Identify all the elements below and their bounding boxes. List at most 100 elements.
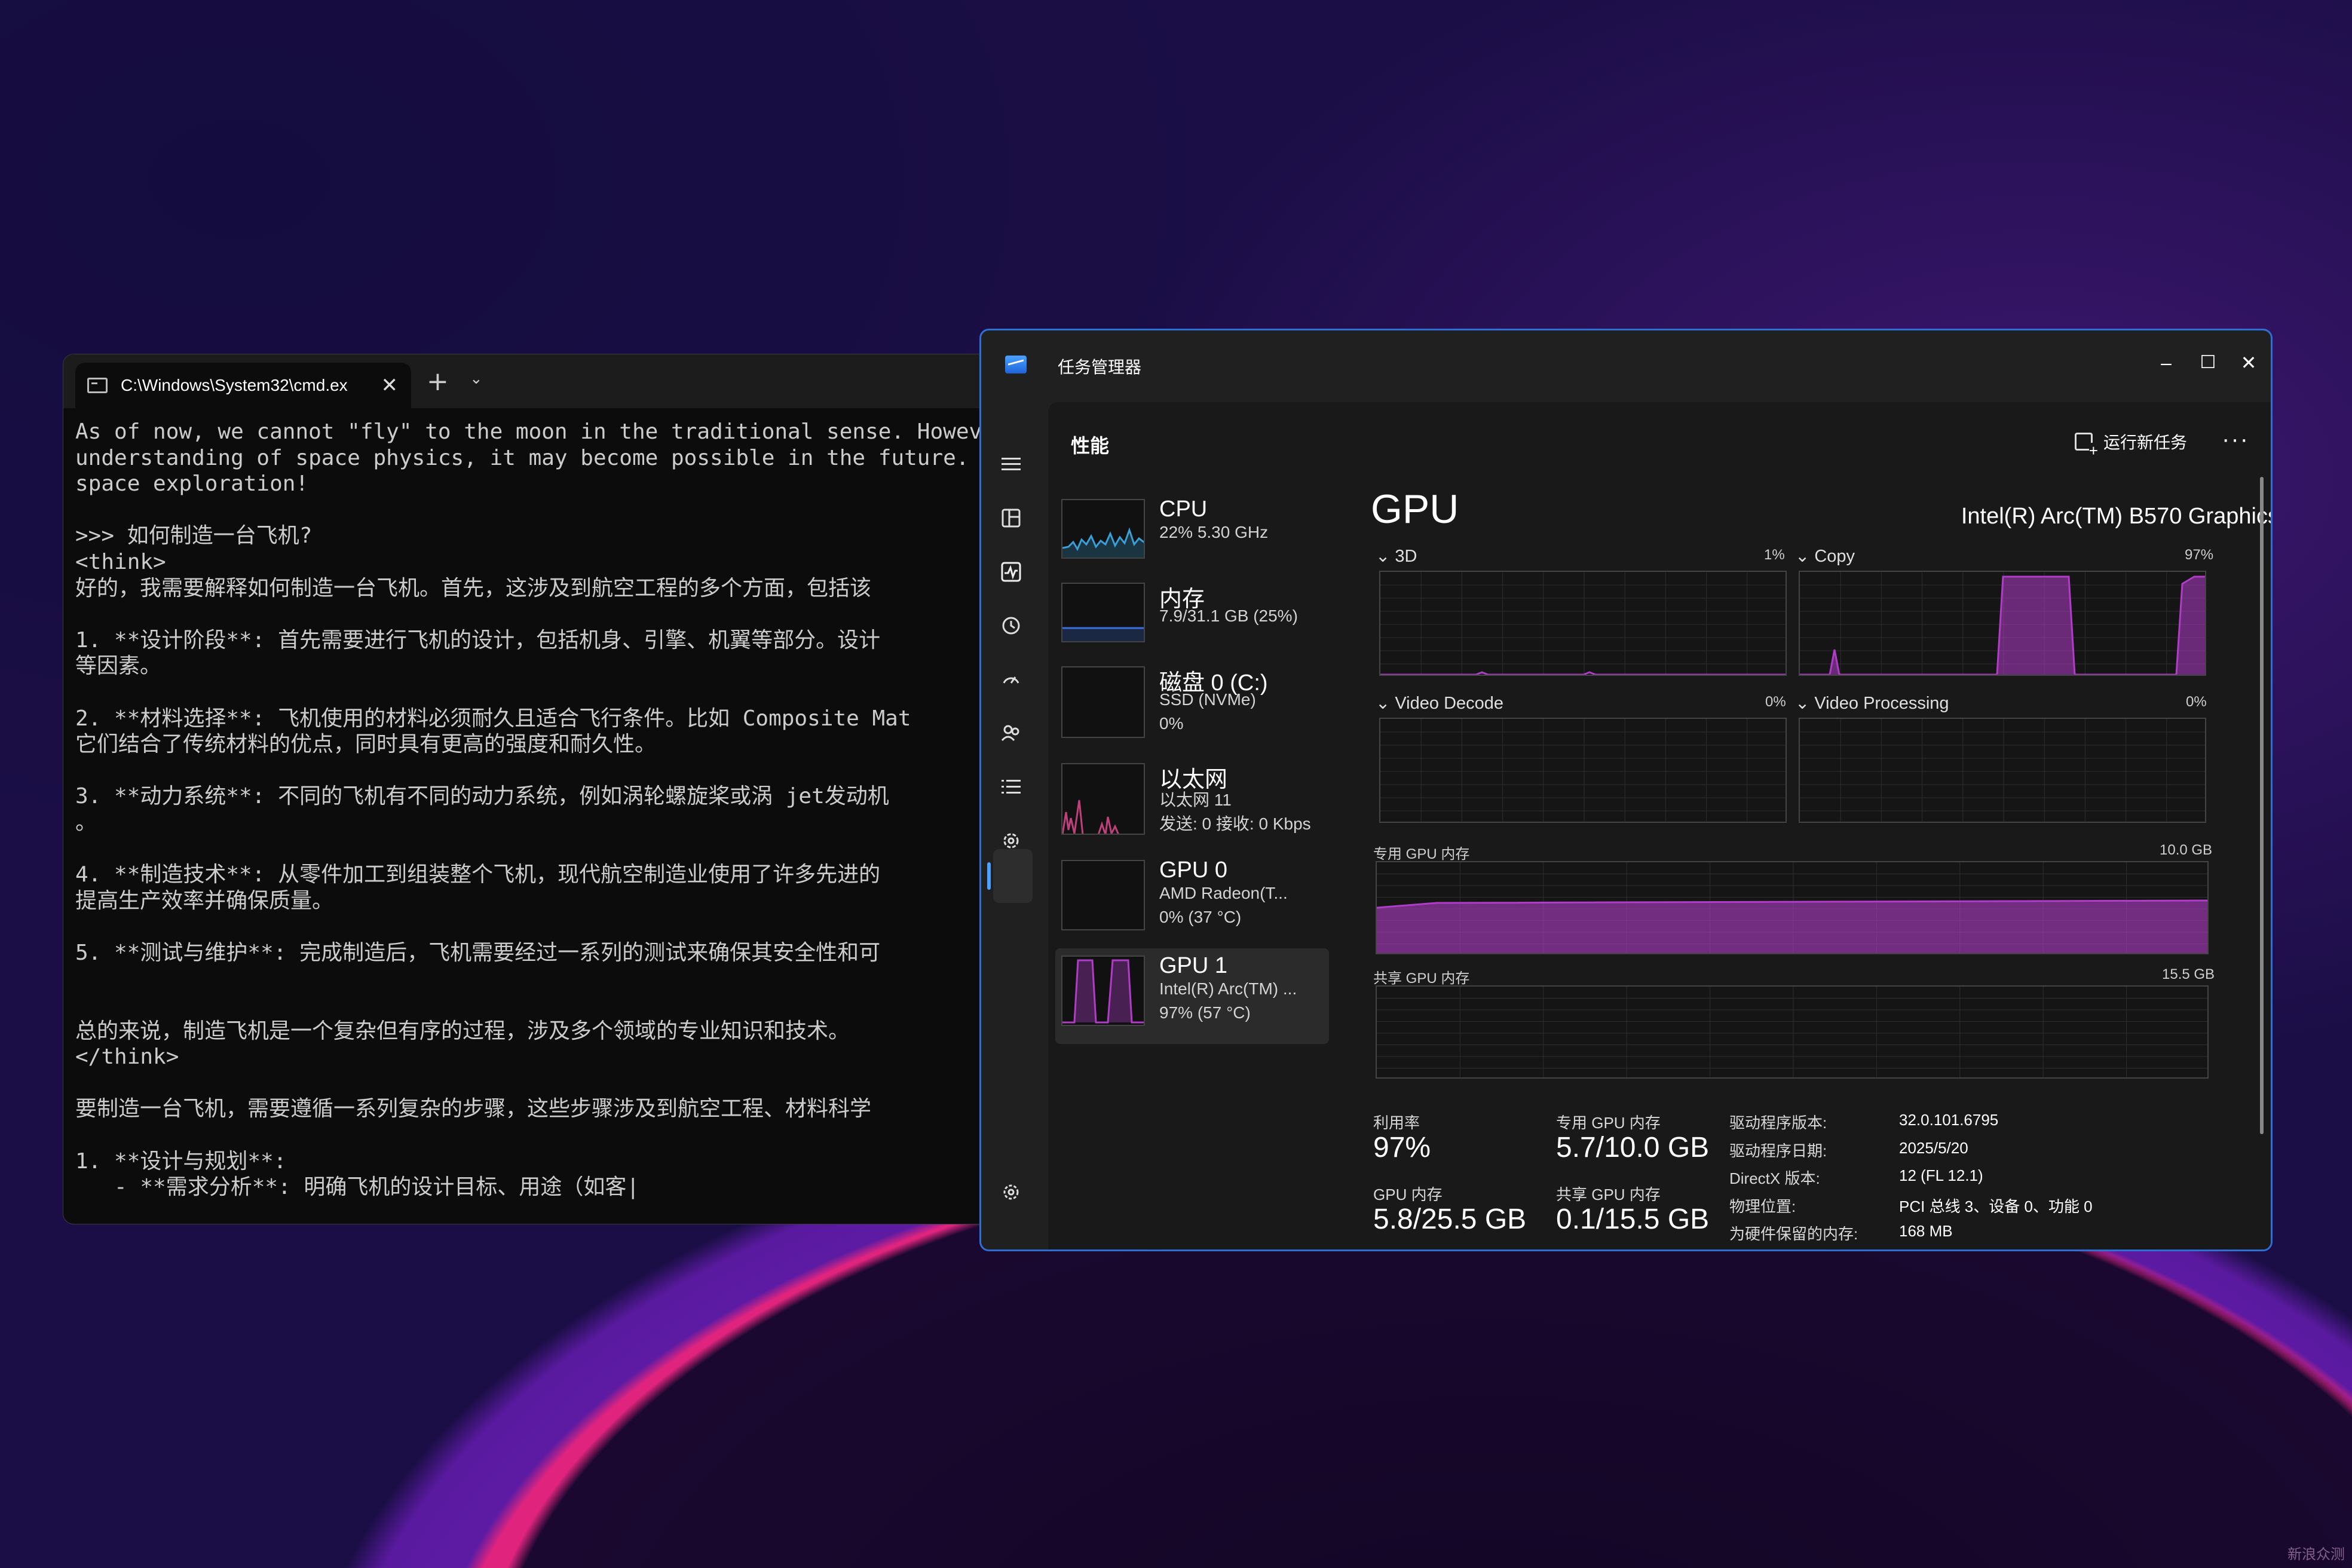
- detail-value: 12 (FL 12.1): [1899, 1166, 1983, 1184]
- device-list: CPU 22% 5.30 GHz 内存 7.9/31.1 GB (25%) 磁盘…: [1048, 492, 1335, 1044]
- engine-video-decode-label[interactable]: ⌄ Video Decode: [1376, 693, 1503, 713]
- engine-video-processing-graph: [1799, 718, 2206, 823]
- users-icon[interactable]: [998, 720, 1024, 746]
- dedicated-memory-stat-value: 5.7/10.0 GB: [1556, 1132, 1710, 1163]
- gpu-memory-value: 5.8/25.5 GB: [1373, 1203, 1527, 1235]
- device-detail-2: 发送: 0 接收: 0 Kbps: [1159, 814, 1311, 833]
- device-item-gpu0[interactable]: GPU 0 AMD Radeon(T... 0% (37 °C): [1048, 853, 1335, 948]
- graph-grid: [1380, 572, 1786, 675]
- console-line: 要制造一台飞机，需要遵循一系列复杂的步骤，这些步骤涉及到航空工程、材料科学: [75, 1097, 872, 1122]
- close-tab-icon[interactable]: ✕: [381, 373, 399, 397]
- detail-key: 物理位置:: [1729, 1197, 1796, 1215]
- processes-icon[interactable]: [998, 505, 1024, 531]
- details-icon[interactable]: [998, 774, 1024, 800]
- device-item-gpu1[interactable]: GPU 1 Intel(R) Arc(TM) ... 97% (57 °C): [1055, 948, 1329, 1044]
- new-tab-button[interactable]: +: [427, 366, 449, 397]
- title-bar[interactable]: 任务管理器 – ☐ ✕: [981, 330, 2271, 402]
- engine-video-processing-percent: 0%: [2186, 694, 2207, 710]
- content-area: 性能 运行新任务 ··· CPU 22% 5.30 GHz 内存 7.9/31.…: [1048, 402, 2271, 1250]
- device-name: GPU 1: [1159, 953, 1228, 978]
- detail-key: 驱动程序版本:: [1729, 1114, 1827, 1132]
- console-line: 1. **设计与规划**:: [75, 1149, 287, 1174]
- device-name: GPU 0: [1159, 858, 1228, 883]
- graph-grid: [1800, 719, 2205, 822]
- detail-value: PCI 总线 3、设备 0、功能 0: [1899, 1197, 2093, 1215]
- console-line: <think>: [75, 549, 166, 574]
- hamburger-menu-icon[interactable]: [998, 451, 1024, 477]
- cmd-tab[interactable]: C:\Windows\System32\cmd.ex ✕: [75, 363, 411, 408]
- app-history-icon[interactable]: [998, 612, 1024, 639]
- device-detail-2: 0% (37 °C): [1159, 908, 1242, 926]
- rail-selection-indicator: [987, 862, 991, 890]
- more-options-button[interactable]: ···: [2222, 426, 2249, 453]
- run-new-task-label: 运行新任务: [2103, 433, 2187, 452]
- graph-grid: [1380, 719, 1786, 822]
- console-line: 提高生产效率并确保质量。: [75, 888, 334, 913]
- page-title: 性能: [1071, 435, 1110, 457]
- dedicated-memory-max: 10.0 GB: [2160, 842, 2213, 858]
- window-title: 任务管理器: [1058, 358, 1142, 376]
- chevron-down-icon[interactable]: ⌄: [470, 370, 483, 388]
- startup-apps-icon[interactable]: [998, 666, 1024, 693]
- cmd-console-output[interactable]: As of now, we cannot "fly" to the moon i…: [63, 408, 1019, 1220]
- device-name: CPU: [1159, 497, 1208, 522]
- console-line: 总的来说，制造飞机是一个复杂但有序的过程，涉及多个领域的专业知识和技术。: [75, 1018, 850, 1043]
- detail-value: 2025/5/20: [1899, 1138, 1968, 1157]
- engine-3d-graph: [1379, 571, 1787, 676]
- engine-3d-label[interactable]: ⌄ 3D: [1376, 546, 1417, 566]
- dedicated-memory-stat-label: 专用 GPU 内存: [1556, 1114, 1661, 1132]
- gpu-model-name: Intel(R) Arc(TM) B570 Graphics: [1961, 504, 2273, 529]
- device-detail: 22% 5.30 GHz: [1159, 523, 1269, 541]
- services-icon[interactable]: [998, 828, 1024, 854]
- device-detail: AMD Radeon(T...: [1159, 884, 1288, 902]
- memory-thumbnail: [1061, 583, 1145, 642]
- utilization-value: 97%: [1373, 1132, 1431, 1163]
- device-item-memory[interactable]: 内存 7.9/31.1 GB (25%): [1048, 575, 1335, 659]
- shared-memory-stat-value: 0.1/15.5 GB: [1556, 1203, 1710, 1235]
- nav-rail: [981, 402, 1041, 1250]
- performance-icon[interactable]: [998, 559, 1024, 585]
- content-header: 性能 运行新任务 ···: [1048, 402, 2271, 471]
- maximize-button[interactable]: ☐: [2187, 345, 2229, 381]
- console-line: 等因素。: [75, 654, 162, 679]
- scrollbar[interactable]: [2260, 477, 2264, 1134]
- settings-gear-icon[interactable]: [998, 1179, 1024, 1205]
- minimize-button[interactable]: –: [2145, 345, 2187, 381]
- shared-memory-max: 15.5 GB: [2162, 966, 2215, 982]
- cmd-tab-title: C:\Windows\System32\cmd.ex: [121, 376, 348, 394]
- device-item-ethernet[interactable]: 以太网 以太网 11 发送: 0 接收: 0 Kbps: [1048, 756, 1335, 853]
- cmd-window[interactable]: C:\Windows\System32\cmd.ex ✕ + ⌄ As of n…: [63, 354, 1020, 1224]
- console-line: 。: [75, 810, 97, 835]
- console-line: 它们结合了传统材料的优点，同时具有更高的强度和耐久性。: [75, 732, 657, 757]
- console-line: As of now, we cannot "fly" to the moon i…: [75, 419, 1008, 444]
- task-manager-app-icon: [1005, 356, 1027, 373]
- cmd-tab-bar: C:\Windows\System32\cmd.ex ✕ + ⌄: [63, 354, 1019, 408]
- detail-key: DirectX 版本:: [1729, 1169, 1820, 1187]
- engine-copy-percent: 97%: [2185, 547, 2214, 563]
- engine-copy-label[interactable]: ⌄ Copy: [1795, 546, 1855, 566]
- gpu1-thumbnail: [1061, 956, 1145, 1026]
- device-item-disk[interactable]: 磁盘 0 (C:) SSD (NVMe) 0%: [1048, 659, 1335, 756]
- console-line: 5. **测试与维护**: 完成制造后，飞机需要经过一系列的测试来确保其安全性和…: [75, 940, 881, 965]
- engine-video-processing-label[interactable]: ⌄ Video Processing: [1795, 693, 1949, 713]
- close-button[interactable]: ✕: [2228, 345, 2270, 381]
- shared-memory-graph: [1376, 985, 2209, 1079]
- ethernet-thumbnail: [1061, 763, 1145, 835]
- device-item-cpu[interactable]: CPU 22% 5.30 GHz: [1048, 492, 1335, 575]
- device-detail-2: 0%: [1159, 714, 1184, 733]
- console-line: >>> 如何制造一台飞机?: [75, 523, 313, 549]
- new-task-icon: [2074, 433, 2098, 458]
- device-detail: 7.9/31.1 GB (25%): [1159, 607, 1298, 625]
- gpu0-thumbnail: [1061, 860, 1145, 930]
- device-detail-2: 97% (57 °C): [1159, 1003, 1251, 1022]
- detail-value: 168 MB: [1899, 1222, 1953, 1240]
- terminal-icon: [87, 378, 108, 393]
- run-new-task-button[interactable]: 运行新任务: [2074, 430, 2187, 458]
- task-manager-window[interactable]: 任务管理器 – ☐ ✕ 性能 + 运行新任务 ··· CPU 22% 5.30 …: [979, 329, 2273, 1251]
